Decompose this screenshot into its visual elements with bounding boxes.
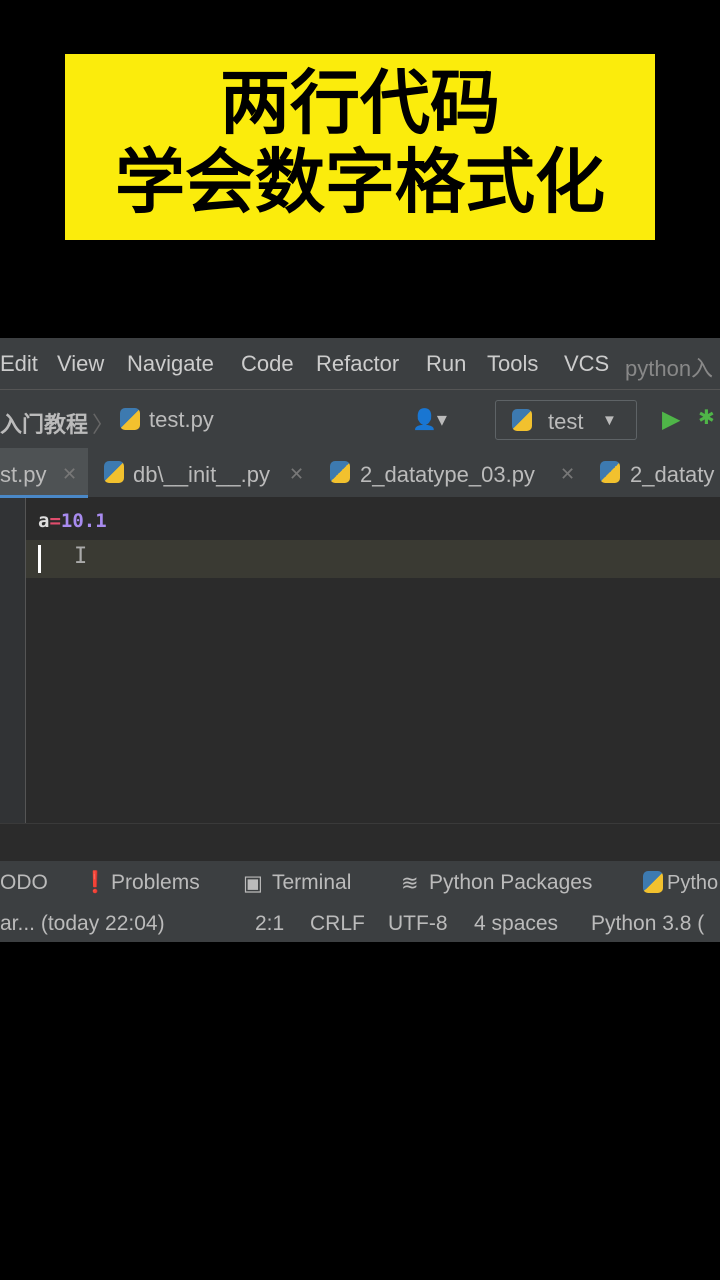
project-title: python入 [625, 356, 714, 381]
tab-datatype[interactable]: 2_dataty [630, 462, 714, 488]
status-position[interactable]: 2:1 [255, 912, 284, 936]
banner-line-2: 学会数字格式化 [115, 141, 605, 223]
python-file-icon [330, 461, 350, 483]
code-number: 10.1 [60, 510, 107, 532]
python-icon [643, 871, 663, 893]
breadcrumb-file[interactable]: test.py [149, 407, 214, 433]
debug-icon[interactable]: ✱ [698, 405, 715, 430]
text-caret [38, 545, 41, 573]
ibeam-cursor-icon: I [74, 544, 88, 569]
status-indent[interactable]: 4 spaces [474, 912, 558, 936]
menu-navigate[interactable]: Navigate [127, 351, 214, 377]
gutter [0, 498, 26, 823]
layers-icon: ≋ [401, 872, 419, 895]
tab-label: st.py [0, 462, 47, 487]
tab-test-py[interactable]: st.py ✕ [0, 448, 88, 498]
tab-datatype-03[interactable]: 2_datatype_03.py [360, 462, 535, 488]
status-line-ending[interactable]: CRLF [310, 912, 365, 936]
close-icon[interactable]: ✕ [289, 464, 304, 485]
terminal-icon: ▣ [243, 872, 263, 895]
menu-refactor[interactable]: Refactor [316, 351, 399, 377]
python-file-icon [104, 461, 124, 483]
chevron-down-icon: ▼ [602, 412, 617, 429]
editor-bottom-area [0, 823, 720, 861]
breadcrumb-separator-icon: 〉 [92, 412, 115, 437]
menu-edit[interactable]: Edit [0, 351, 38, 377]
ide-window: Edit View Navigate Code Refactor Run Too… [0, 338, 720, 942]
code-editor[interactable]: a=10.1 I [0, 498, 720, 823]
menu-bar: Edit View Navigate Code Refactor Run Too… [0, 338, 720, 390]
code-variable: a [38, 510, 50, 532]
close-icon[interactable]: ✕ [62, 464, 77, 485]
status-interpreter[interactable]: Python 3.8 ( [591, 912, 704, 936]
close-icon[interactable]: ✕ [560, 464, 575, 485]
user-dropdown-icon[interactable]: 👤▾ [412, 407, 447, 432]
code-line-1: a=10.1 [38, 510, 107, 532]
run-icon[interactable]: ▶ [662, 405, 680, 434]
tool-todo[interactable]: ODO [0, 871, 48, 895]
warning-icon: ❗ [82, 871, 109, 894]
current-line-highlight [0, 540, 720, 578]
menu-vcs[interactable]: VCS [564, 351, 609, 377]
menu-view[interactable]: View [57, 351, 104, 377]
navigation-bar: 入门教程 〉 test.py 👤▾ test ▼ ▶ ✱ [0, 390, 720, 448]
tool-python-packages[interactable]: Python Packages [429, 871, 592, 895]
menu-tools[interactable]: Tools [487, 351, 538, 377]
tool-terminal[interactable]: Terminal [272, 871, 351, 895]
editor-tabs: st.py ✕ db\__init__.py ✕ 2_datatype_03.p… [0, 448, 720, 498]
code-operator: = [49, 510, 61, 532]
run-config-selector[interactable]: test ▼ [495, 400, 637, 440]
python-icon [512, 409, 532, 431]
tab-db-init[interactable]: db\__init__.py [133, 462, 270, 488]
status-encoding[interactable]: UTF-8 [388, 912, 448, 936]
status-bar: ar... (today 22:04) 2:1 CRLF UTF-8 4 spa… [0, 903, 720, 942]
menu-code[interactable]: Code [241, 351, 294, 377]
status-vcs[interactable]: ar... (today 22:04) [0, 912, 165, 936]
python-file-icon [120, 408, 140, 430]
tool-window-bar: ODO ❗ Problems ▣ Terminal ≋ Python Packa… [0, 861, 720, 903]
breadcrumb-project[interactable]: 入门教程 [0, 407, 88, 439]
banner-line-1: 两行代码 [220, 62, 500, 144]
title-banner: 两行代码 学会数字格式化 [65, 54, 655, 240]
menu-run[interactable]: Run [426, 351, 466, 377]
run-config-label: test [548, 409, 584, 434]
tool-python-console[interactable]: Pytho [667, 872, 718, 895]
python-file-icon [600, 461, 620, 483]
tool-problems[interactable]: Problems [111, 871, 200, 895]
